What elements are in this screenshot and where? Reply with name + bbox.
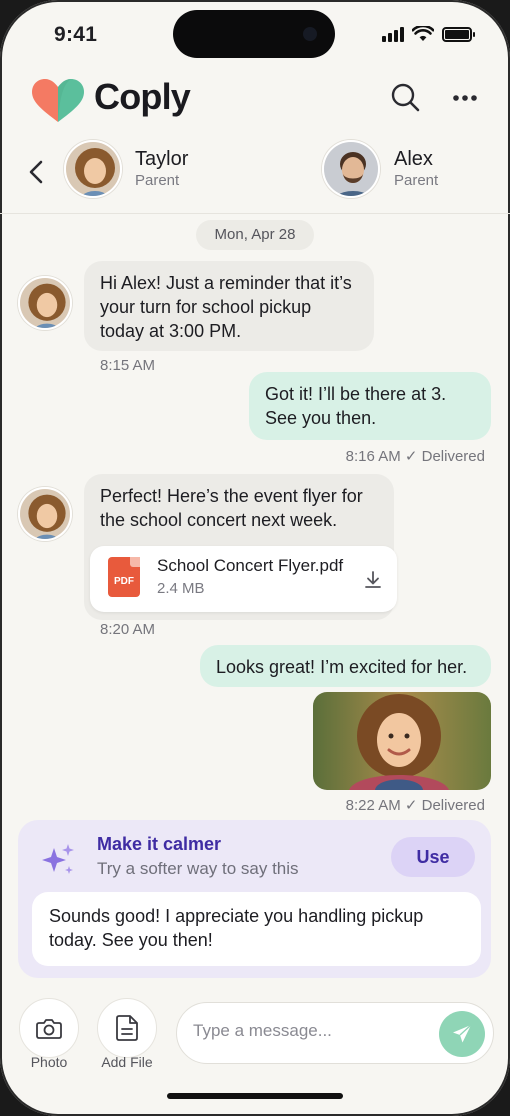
back-chevron-icon[interactable]	[26, 158, 46, 186]
message-time: 8:16 AM	[345, 448, 401, 465]
participant-name: Taylor	[135, 148, 189, 170]
participant-role: Parent	[135, 172, 180, 189]
message-meta: 8:16 AM ✓ Delivered	[346, 447, 485, 465]
sparkle-icon	[42, 844, 74, 874]
message-text: Perfect! Here’s the event flyer for the …	[100, 486, 363, 530]
status-icons	[382, 26, 475, 42]
battery-icon	[442, 26, 475, 42]
delivered-status: ✓ Delivered	[404, 797, 485, 814]
message-bubble-incoming[interactable]: Hi Alex! Just a reminder that it’s your …	[84, 261, 374, 351]
child-avatar-icon	[20, 278, 70, 328]
heart-logo-icon	[32, 79, 84, 122]
message-meta: 8:22 AM ✓ Delivered	[346, 796, 485, 814]
status-time: 9:41	[54, 23, 98, 46]
avatar	[322, 140, 380, 198]
wifi-icon	[412, 26, 434, 41]
download-icon[interactable]	[363, 570, 383, 590]
message-time: 8:20 AM	[100, 621, 156, 638]
document-icon	[116, 1015, 138, 1041]
signal-icon	[382, 26, 404, 42]
camera-icon	[36, 1019, 62, 1039]
suggested-message[interactable]: Sounds good! I appreciate you handling p…	[32, 892, 481, 966]
add-file-label: Add File	[101, 1054, 153, 1070]
participant-taylor[interactable]: Taylor Parent	[64, 140, 188, 198]
photo-button[interactable]	[19, 998, 79, 1058]
message-bubble-outgoing[interactable]: Looks great! I’m excited for her.	[200, 645, 491, 687]
search-icon[interactable]	[390, 82, 420, 112]
man-avatar-icon	[324, 142, 378, 196]
child-photo-image[interactable]	[313, 692, 491, 790]
file-attachment[interactable]: PDF School Concert Flyer.pdf 2.4 MB	[90, 546, 397, 612]
tone-suggestion-card: Make it calmer Try a softer way to say t…	[18, 820, 491, 978]
participant-alex[interactable]: Alex Parent	[322, 140, 438, 198]
delivered-status: ✓ Delivered	[404, 448, 485, 465]
message-time: 8:22 AM	[345, 797, 401, 814]
more-options-icon[interactable]	[452, 94, 478, 102]
add-file-button[interactable]	[97, 998, 157, 1058]
app-header: Coply	[30, 74, 480, 124]
participants-bar: Taylor Parent Alex Parent	[0, 138, 510, 214]
message-input[interactable]	[193, 1021, 433, 1041]
home-indicator	[167, 1093, 343, 1099]
phone-screen: 9:41 Coply Taylor Parent Alex Parent Mon…	[0, 0, 510, 1116]
message-time: 8:15 AM	[100, 357, 156, 374]
date-separator: Mon, Apr 28	[196, 220, 314, 250]
send-icon	[453, 1024, 472, 1043]
message-bubble-outgoing[interactable]: Got it! I’ll be there at 3. See you then…	[249, 372, 491, 440]
message-composer	[176, 1002, 494, 1064]
use-suggestion-button[interactable]: Use	[391, 837, 475, 877]
child-avatar-icon	[20, 489, 70, 539]
participant-role: Parent	[394, 172, 439, 189]
avatar	[64, 140, 122, 198]
send-button[interactable]	[439, 1011, 485, 1057]
dynamic-island	[173, 10, 335, 58]
child-avatar-icon	[66, 142, 120, 196]
sender-avatar	[18, 276, 72, 330]
brand-name: Coply	[94, 76, 191, 117]
photo-label: Photo	[30, 1054, 68, 1070]
participant-name: Alex	[394, 148, 433, 170]
pdf-file-icon: PDF	[108, 557, 140, 597]
file-name: School Concert Flyer.pdf	[157, 556, 344, 575]
child-photo-icon	[313, 692, 491, 790]
file-size: 2.4 MB	[157, 580, 205, 597]
suggestion-subtitle: Try a softer way to say this	[97, 859, 299, 878]
status-bar: 9:41	[0, 0, 510, 62]
sender-avatar	[18, 487, 72, 541]
suggestion-title: Make it calmer	[97, 834, 222, 854]
